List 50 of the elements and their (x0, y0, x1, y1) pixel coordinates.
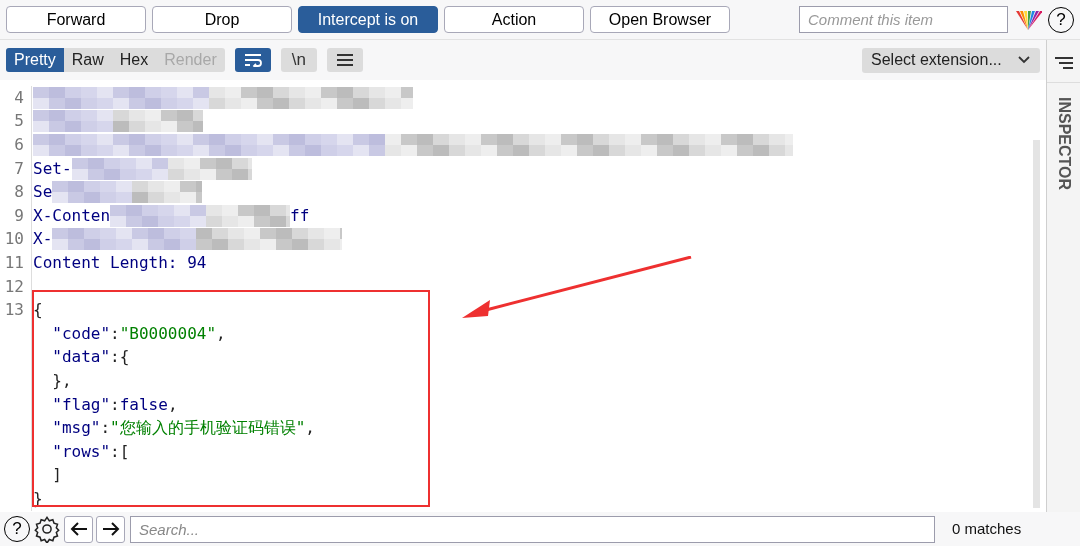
menu-icon (335, 53, 354, 67)
code-text: Set- (33, 157, 72, 180)
color-fan-icon (1014, 8, 1042, 31)
line-number: 6 (13, 134, 24, 156)
code-text: "msg":"您输入的手机验证码错误", (51, 417, 315, 440)
code-text: "data":{ (51, 346, 130, 369)
wrap-icon (243, 53, 262, 67)
menu-button[interactable] (326, 48, 363, 72)
line-number: 9 (13, 204, 24, 227)
wrap-toggle[interactable] (234, 48, 271, 72)
back-button[interactable] (64, 515, 93, 543)
line-number: 4 (13, 86, 24, 109)
toolbar-button[interactable]: Drop (152, 6, 292, 33)
toolbar-button[interactable]: Forward (6, 6, 146, 33)
code-text: }, (51, 369, 72, 392)
code-text: ] (51, 464, 62, 487)
settings-icon[interactable] (33, 515, 61, 543)
code-text: "flag":false, (51, 393, 178, 416)
match-count: 0 matches (952, 518, 1022, 539)
code-text: Se (33, 181, 53, 204)
arrow-left-icon (69, 522, 88, 536)
code-text: X- (33, 228, 53, 251)
view-tab[interactable]: Pretty (6, 48, 64, 72)
toolbar-button[interactable]: Action (444, 6, 584, 33)
code-text: Content Length: 94 (33, 251, 207, 274)
line-number: 8 (13, 181, 24, 204)
comment-field[interactable]: Comment this item (799, 6, 1008, 33)
code-text: { (33, 299, 43, 322)
toolbar-button[interactable]: Intercept is on (298, 6, 438, 33)
view-tab[interactable]: Raw (63, 48, 112, 72)
code-text: "rows":[ (51, 440, 130, 463)
line-number: 13 (3, 299, 24, 322)
line-number: 7 (13, 157, 24, 180)
view-tab[interactable]: Hex (111, 48, 157, 72)
extension-select[interactable]: Select extension... (862, 47, 1040, 73)
toolbar-button[interactable]: Open Browser (590, 6, 730, 33)
line-number: 5 (13, 110, 24, 133)
arrow-right-icon (101, 522, 120, 536)
chevron-down-icon (1017, 55, 1031, 65)
newline-toggle[interactable]: \n (280, 48, 317, 72)
search-field[interactable]: Search... (130, 515, 935, 543)
line-number: 10 (3, 228, 24, 251)
inspector-tab[interactable]: INSPECTOR (1051, 97, 1076, 191)
line-number: 11 (3, 251, 24, 274)
code-text: X-Conten (33, 204, 111, 227)
menu-icon[interactable] (1053, 56, 1074, 70)
code-text: ff (290, 204, 310, 227)
forward-button[interactable] (96, 515, 125, 543)
line-number: 12 (3, 275, 24, 298)
code-text: "code":"B0000004", (51, 322, 226, 345)
